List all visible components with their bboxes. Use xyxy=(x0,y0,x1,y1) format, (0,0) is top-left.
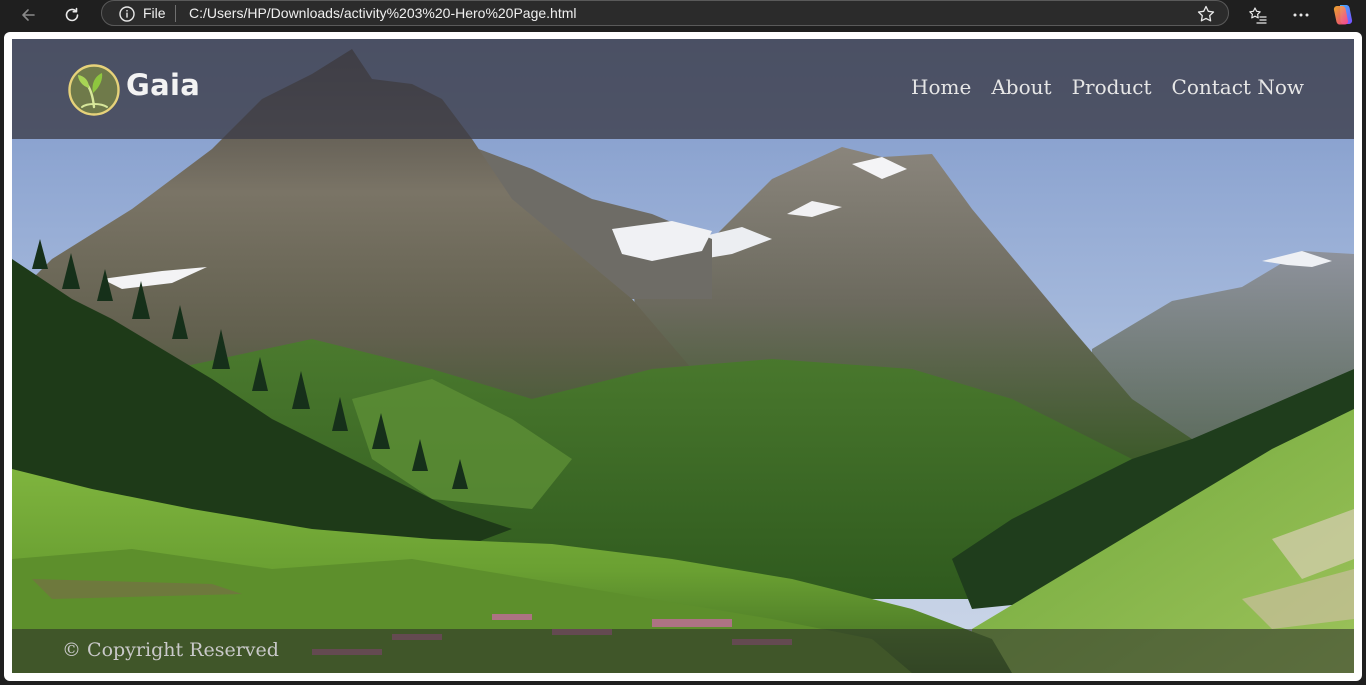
main-navigation: Home About Product Contact Now xyxy=(911,75,1304,99)
leaf-logo-icon[interactable] xyxy=(67,63,121,117)
back-button[interactable] xyxy=(15,2,41,28)
url-text[interactable]: C:/Users/HP/Downloads/activity%203%20-He… xyxy=(189,5,577,21)
reload-button[interactable] xyxy=(59,2,85,28)
nav-link-home[interactable]: Home xyxy=(911,75,971,99)
address-bar[interactable]: File C:/Users/HP/Downloads/activity%203%… xyxy=(101,0,1229,26)
nav-link-about[interactable]: About xyxy=(991,75,1051,99)
site-header: Gaia Home About Product Contact Now xyxy=(12,39,1354,139)
star-icon[interactable] xyxy=(1196,4,1216,24)
page-viewport: Gaia Home About Product Contact Now © Co… xyxy=(4,32,1362,681)
nav-link-product[interactable]: Product xyxy=(1072,75,1152,99)
copyright-text: © Copyright Reserved xyxy=(62,639,279,661)
arrow-left-icon xyxy=(22,9,35,21)
file-scheme-label: File xyxy=(143,5,166,21)
brand-name[interactable]: Gaia xyxy=(126,68,200,102)
hero-section: Gaia Home About Product Contact Now © Co… xyxy=(12,39,1354,673)
reload-icon xyxy=(65,7,79,22)
more-icon xyxy=(1293,13,1309,17)
more-button[interactable] xyxy=(1288,2,1314,28)
address-divider xyxy=(175,5,176,22)
browser-toolbar: File C:/Users/HP/Downloads/activity%203%… xyxy=(0,0,1366,30)
favorites-button[interactable] xyxy=(1245,2,1271,28)
favorites-list-icon xyxy=(1249,7,1267,24)
copilot-button[interactable] xyxy=(1330,2,1356,28)
nav-link-contact[interactable]: Contact Now xyxy=(1172,75,1304,99)
site-footer: © Copyright Reserved xyxy=(12,629,1354,673)
copilot-icon xyxy=(1333,5,1353,25)
info-icon[interactable] xyxy=(118,5,136,23)
